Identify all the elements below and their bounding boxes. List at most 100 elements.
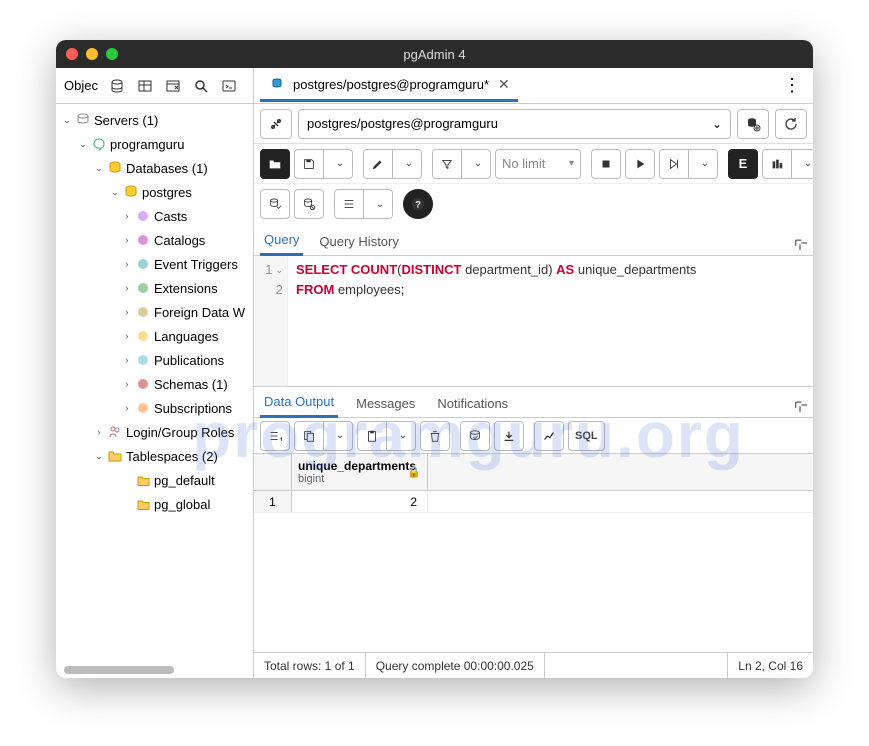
download-button[interactable] xyxy=(494,421,524,451)
row-number-header[interactable] xyxy=(254,454,292,490)
tree-server[interactable]: ⌄programguru xyxy=(56,132,253,156)
tree-item[interactable]: ›Catalogs xyxy=(56,228,253,252)
statusbar: Total rows: 1 of 1 Query complete 00:00:… xyxy=(254,652,813,678)
tree-tablespace-item[interactable]: pg_global xyxy=(56,492,253,516)
result-grid[interactable]: unique_departments bigint 🔒 1 2 xyxy=(254,454,813,513)
tab-notifications[interactable]: Notifications xyxy=(433,390,512,417)
save-data-button[interactable] xyxy=(460,421,490,451)
edit-dropdown[interactable]: ⌄ xyxy=(392,149,422,179)
paste-button[interactable] xyxy=(357,421,387,451)
tab-query[interactable]: Query xyxy=(260,226,303,256)
sql-editor[interactable]: 1⌄ 2 SELECT COUNT(DISTINCT department_id… xyxy=(254,256,813,386)
query-toolbar-2: ⌄ ? xyxy=(254,184,813,224)
database-icon xyxy=(106,159,124,177)
expand-output-icon[interactable] xyxy=(793,398,807,417)
filter-button[interactable] xyxy=(432,149,462,179)
window-title: pgAdmin 4 xyxy=(56,47,813,62)
new-connection-icon[interactable] xyxy=(737,109,769,139)
filter-rows-icon[interactable] xyxy=(160,73,186,99)
explain-analyze-button[interactable]: E xyxy=(728,149,758,179)
delete-button[interactable] xyxy=(420,421,450,451)
grid-header: unique_departments bigint 🔒 xyxy=(254,454,813,491)
connection-status-icon[interactable] xyxy=(260,109,292,139)
folder-icon xyxy=(134,471,152,489)
grid-row[interactable]: 1 2 xyxy=(254,491,813,513)
sql-button[interactable]: SQL xyxy=(568,421,605,451)
explain-dropdown[interactable]: ⌄ xyxy=(688,149,718,179)
view-data-icon[interactable] xyxy=(132,73,158,99)
status-query-complete: Query complete 00:00:00.025 xyxy=(366,653,545,678)
object-tree[interactable]: ⌄Servers (1) ⌄programguru ⌄Databases (1)… xyxy=(56,104,253,662)
close-window-button[interactable] xyxy=(66,48,78,60)
svg-text:?: ? xyxy=(415,200,421,211)
tree-item[interactable]: ›Casts xyxy=(56,204,253,228)
sidebar-scrollbar[interactable] xyxy=(64,666,174,674)
lock-icon: 🔒 xyxy=(407,466,421,479)
tree-item[interactable]: ›Event Triggers xyxy=(56,252,253,276)
tree-login-roles[interactable]: ›Login/Group Roles xyxy=(56,420,253,444)
stop-button[interactable] xyxy=(591,149,621,179)
search-icon[interactable] xyxy=(188,73,214,99)
tree-db-postgres[interactable]: ⌄postgres xyxy=(56,180,253,204)
save-button[interactable] xyxy=(294,149,324,179)
tab-messages[interactable]: Messages xyxy=(352,390,419,417)
object-browser-sidebar: Objec ⌄Servers (1) ⌄programguru ⌄Databas… xyxy=(56,68,254,678)
node-icon xyxy=(134,375,152,393)
graph-button[interactable] xyxy=(534,421,564,451)
psql-icon[interactable] xyxy=(216,73,242,99)
open-file-button[interactable] xyxy=(260,149,290,179)
expand-icon[interactable] xyxy=(793,236,807,255)
tree-item[interactable]: ›Extensions xyxy=(56,276,253,300)
tree-tablespace-item[interactable]: pg_default xyxy=(56,468,253,492)
titlebar: pgAdmin 4 xyxy=(56,40,813,68)
cell-value[interactable]: 2 xyxy=(292,491,428,512)
tree-databases[interactable]: ⌄Databases (1) xyxy=(56,156,253,180)
edit-button[interactable] xyxy=(363,149,393,179)
tree-tablespaces[interactable]: ⌄Tablespaces (2) xyxy=(56,444,253,468)
reset-icon[interactable] xyxy=(775,109,807,139)
close-tab-icon[interactable]: ✕ xyxy=(498,76,510,93)
minimize-window-button[interactable] xyxy=(86,48,98,60)
app-window: pgAdmin 4 Objec ⌄Servers (1) ⌄programgur… xyxy=(56,40,813,678)
chevron-down-icon: ⌄ xyxy=(712,117,722,131)
connection-select[interactable]: postgres/postgres@programguru⌄ xyxy=(298,109,731,139)
servers-icon xyxy=(74,111,92,129)
execute-button[interactable] xyxy=(625,149,655,179)
tree-item[interactable]: ›Foreign Data W xyxy=(56,300,253,324)
commit-button[interactable] xyxy=(260,189,290,219)
node-icon xyxy=(134,327,152,345)
paste-dropdown[interactable]: ⌄ xyxy=(386,421,416,451)
tab-menu-icon[interactable]: ⋮ xyxy=(777,75,807,96)
maximize-window-button[interactable] xyxy=(106,48,118,60)
help-button[interactable]: ? xyxy=(403,189,433,219)
sidebar-label: Objec xyxy=(60,78,102,93)
macros-dropdown[interactable]: ⌄ xyxy=(791,149,813,179)
query-tool-icon[interactable] xyxy=(104,73,130,99)
copy-dropdown[interactable]: ⌄ xyxy=(323,421,353,451)
tree-item[interactable]: ›Subscriptions xyxy=(56,396,253,420)
row-number[interactable]: 1 xyxy=(254,491,292,512)
save-dropdown[interactable]: ⌄ xyxy=(323,149,353,179)
explain-button[interactable] xyxy=(659,149,689,179)
folder-icon xyxy=(134,495,152,513)
limit-select[interactable]: No limit▾ xyxy=(495,149,581,179)
editor-tab-label: postgres/postgres@programguru* xyxy=(293,77,489,92)
editor-tab[interactable]: postgres/postgres@programguru* ✕ xyxy=(260,69,518,102)
indent-button[interactable] xyxy=(334,189,364,219)
tree-item[interactable]: ›Languages xyxy=(56,324,253,348)
tab-query-history[interactable]: Query History xyxy=(315,228,402,255)
tree-servers[interactable]: ⌄Servers (1) xyxy=(56,108,253,132)
column-header[interactable]: unique_departments bigint 🔒 xyxy=(292,454,428,490)
tree-item[interactable]: ›Publications xyxy=(56,348,253,372)
rollback-button[interactable] xyxy=(294,189,324,219)
editor-code[interactable]: SELECT COUNT(DISTINCT department_id) AS … xyxy=(288,256,702,386)
tree-item[interactable]: ›Schemas (1) xyxy=(56,372,253,396)
node-icon xyxy=(134,207,152,225)
tab-data-output[interactable]: Data Output xyxy=(260,388,338,418)
copy-button[interactable] xyxy=(294,421,324,451)
add-row-button[interactable]: + xyxy=(260,421,290,451)
status-cursor-pos: Ln 2, Col 16 xyxy=(727,653,813,678)
filter-dropdown[interactable]: ⌄ xyxy=(461,149,491,179)
indent-dropdown[interactable]: ⌄ xyxy=(363,189,393,219)
macros-button[interactable] xyxy=(762,149,792,179)
